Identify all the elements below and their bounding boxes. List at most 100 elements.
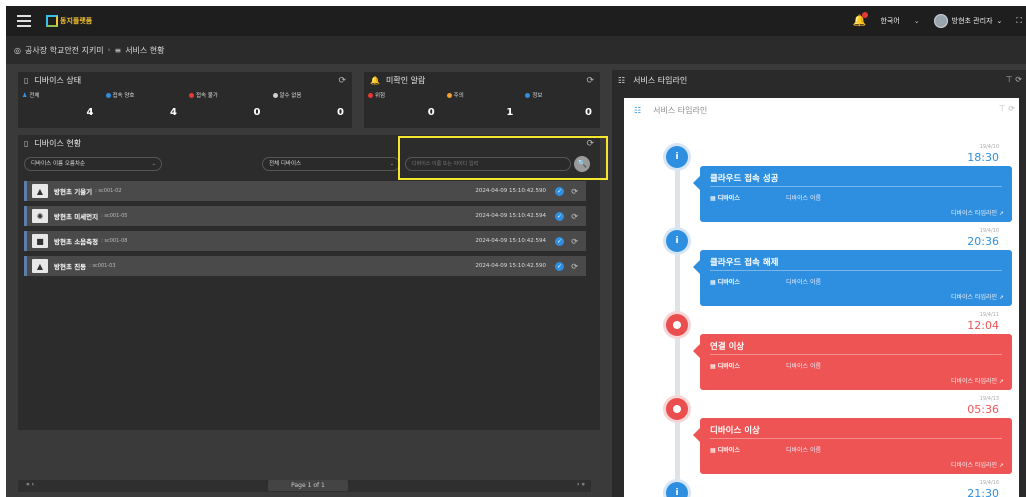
stat-row: ♟ 전체 4 접속 양호 4 접속 불가 0 알수 없음 0 [18,89,352,121]
bell-icon: 🔔 [370,76,380,85]
stat-value: 0 [585,107,593,118]
stat-total: ♟ 전체 4 [22,91,94,119]
breadcrumb-site[interactable]: 공사장 학교안전 지키미 [25,45,104,56]
timeline-card[interactable]: 클라우드 접속 해제 ▦ 디바이스 디바이스 이름 디바이스 타임라인 ➚ [693,250,1012,306]
inner-header: ☷ 서비스 타임라인 ⊤ ⟳ [624,98,1019,122]
pager-next-buttons[interactable]: › » [577,481,585,488]
device-row[interactable]: ✺ 방현초 미세먼지 : sc001-05 2024-04-09 15:10:4… [24,206,586,226]
user-menu[interactable]: 방현초 관리자 ⌄ [933,14,1003,28]
avatar [933,14,948,28]
refresh-icon[interactable]: ⟳ [571,187,578,196]
panel-title: 미확인 알람 [385,76,426,85]
stat-danger: 위험 0 [364,89,443,121]
event-time: 21:30 [967,487,999,497]
panel-header: ☷ 서비스 타임라인 ⊤ ⟳ [612,70,1026,90]
stat-value: 1 [506,107,514,118]
stat-connected: 접속 양호 4 [102,89,186,121]
refresh-icon[interactable]: ⟳ [338,76,346,86]
panel-header: ▯ 디바이스 상태 ⟳ [18,72,352,89]
chevron-down-icon: ⌄ [389,161,394,167]
list-icon: ≡ [114,45,122,55]
logo-text: 동지플랫폼 [60,17,93,25]
device-row[interactable]: ▲ 방현초 진동 : sc001-03 2024-04-09 15:10:42.… [24,256,586,276]
sort-select-value: 디바이스 이름 오름차순 [31,161,86,167]
device-timeline-link[interactable]: 디바이스 타임라인 ➚ [951,208,1004,217]
tilt-sensor-icon: ▲ [32,184,48,198]
event-tag: ▦ 디바이스 [710,195,740,202]
sort-select[interactable]: 디바이스 이름 오름차순 ⌄ [24,157,162,171]
logo-mark [46,15,58,27]
refresh-icon[interactable]: ⟳ [586,76,594,86]
panel-title: 디바이스 상태 [34,76,82,85]
dust-sensor-icon: ✺ [32,209,48,223]
event-time: 20:36 [967,235,999,248]
device-type-select[interactable]: 전체 디바이스 ⌄ [262,157,400,171]
divider [710,186,1002,187]
stat-value: 0 [253,107,261,118]
logo[interactable]: 동지플랫폼 [46,15,92,27]
panel-tools[interactable]: ⊤ ⟳ [1006,75,1022,84]
info-icon: i [666,482,688,497]
divider [710,438,1002,439]
event-date: 19/4/13 [979,396,999,402]
check-icon: ✓ [555,186,564,196]
event-device: 디바이스 이름 [786,363,822,370]
pager-prev-buttons[interactable]: « ‹ [26,481,34,488]
device-time: 2024-04-09 15:10:42.590 [475,263,546,269]
stat-warning: 주의 1 [443,89,522,121]
bell-icon[interactable]: 🔔 [852,12,869,28]
refresh-icon[interactable]: ⟳ [571,262,578,271]
chevron-down-icon[interactable]: ⌄ [914,17,920,25]
timeline-card[interactable]: 연결 이상 ▦ 디바이스 디바이스 이름 디바이스 타임라인 ➚ [693,334,1012,390]
stat-disconnected: 접속 불가 0 [185,89,269,121]
device-row[interactable]: ■ 방현초 소음측정 : sc001-08 2024-04-09 15:10:4… [24,231,586,251]
divider [710,270,1002,271]
language-select[interactable]: 한국어 [880,16,899,26]
event-time: 18:30 [967,151,999,164]
row-accent [24,181,27,201]
event-tag: ▦ 디바이스 [710,279,740,286]
info-icon: i [666,146,688,168]
highlight-box [398,136,608,180]
inner-title: 서비스 타임라인 [653,105,708,115]
breadcrumb: ◎ 공사장 학교안전 지키미 › ≡ 서비스 현황 [6,36,1026,64]
event-time: 12:04 [967,319,999,332]
notification-dot [862,12,869,18]
vibration-sensor-icon: ▲ [32,259,48,273]
info-icon: i [666,230,688,252]
device-timeline-link[interactable]: 디바이스 타임라인 ➚ [951,292,1004,301]
device-timeline-link[interactable]: 디바이스 타임라인 ➚ [951,376,1004,385]
device-row[interactable]: ▲ 방현초 기울기 : sc001-02 2024-04-09 15:10:42… [24,181,586,201]
event-title: 디바이스 이상 [710,426,760,436]
page-indicator: Page 1 of 1 [268,480,348,491]
row-accent [24,256,27,276]
timeline-inner: ☷ 서비스 타임라인 ⊤ ⟳ i 19/4/10 18:30 클라우드 접속 성… [624,98,1019,497]
alert-panel: 🔔 미확인 알람 ⟳ 위험 0 주의 1 정보 0 [364,72,600,128]
panel-tools[interactable]: ⊤ ⟳ [999,104,1015,113]
refresh-icon[interactable]: ⟳ [571,237,578,246]
row-accent [24,231,27,251]
device-time: 2024-04-09 15:10:42.594 [475,213,546,219]
event-tag: ▦ 디바이스 [710,447,740,454]
timeline-card[interactable]: 클라우드 접속 성공 ▦ 디바이스 디바이스 이름 디바이스 타임라인 ➚ [693,166,1012,222]
event-tag: ▦ 디바이스 [710,363,740,370]
device-timeline-link[interactable]: 디바이스 타임라인 ➚ [951,460,1004,469]
service-timeline-panel: ☷ 서비스 타임라인 ⊤ ⟳ ☷ 서비스 타임라인 ⊤ ⟳ i 19/4/10 … [612,70,1026,497]
device-time: 2024-04-09 15:10:42.590 [475,188,546,194]
timeline-icon: ☷ [618,75,626,85]
user-name: 방현초 관리자 [951,17,993,25]
chevron-down-icon: ⌄ [996,17,1003,25]
top-bar: 동지플랫폼 🔔 한국어 ⌄ 방현초 관리자 ⌄ ⛶ [6,6,1026,36]
menu-icon[interactable] [10,6,38,36]
breadcrumb-page: 서비스 현황 [125,45,165,55]
refresh-icon[interactable]: ⟳ [571,212,578,221]
event-title: 클라우드 접속 해제 [710,258,779,268]
device-id: : sc001-03 [89,263,116,269]
fullscreen-icon[interactable]: ⛶ [1016,16,1022,26]
stat-value: 4 [170,107,177,118]
status-dot [105,92,111,98]
timeline-card[interactable]: 디바이스 이상 ▦ 디바이스 디바이스 이름 디바이스 타임라인 ➚ [693,418,1012,474]
timeline-icon: ☷ [634,105,642,115]
panel-title: 디바이스 현황 [34,139,82,148]
event-date: 19/4/10 [979,228,999,234]
